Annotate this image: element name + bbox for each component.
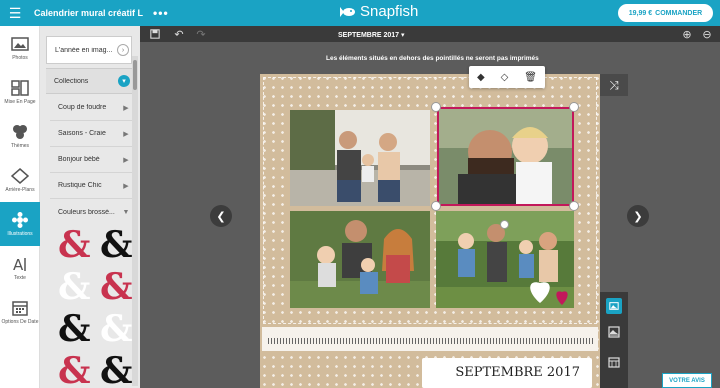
tool-label: Illustrations <box>7 231 33 237</box>
month-title: SEPTEMBRE 2017 <box>455 365 580 380</box>
tool-label: Texte <box>14 275 26 281</box>
redo-icon[interactable]: ↷ <box>194 27 208 41</box>
month-selector[interactable]: SEPTEMBRE 2017 ▾ <box>338 31 405 39</box>
ampersand-illustration[interactable]: & <box>100 227 133 263</box>
ampersand-illustration[interactable]: & <box>58 227 91 263</box>
next-page-button[interactable]: ❯ <box>627 205 649 227</box>
tool-themes[interactable]: Thèmes <box>0 114 40 158</box>
grid-layout-icon[interactable] <box>606 324 622 340</box>
order-button[interactable]: 19,99 € COMMANDER <box>618 4 713 22</box>
tool-backgrounds[interactable]: Arrière-Plans <box>0 158 40 202</box>
caret-right-icon: ▶ <box>123 182 129 190</box>
print-area-hint: Les éléments situés en dehors des pointi… <box>326 55 539 62</box>
layer-tools: ◆ ◇ 🗑 <box>469 66 545 88</box>
photo-layout-icon[interactable] <box>606 298 622 314</box>
collection-item[interactable]: Bonjour bébé ▶ <box>50 147 132 173</box>
tool-layout[interactable]: Mise En Page <box>0 70 40 114</box>
panel-top-item-label: L'année en imag... <box>55 46 113 54</box>
chevron-down-icon: ▾ <box>118 75 130 87</box>
collection-item-label: Couleurs brossé... <box>58 208 115 216</box>
collections-toggle[interactable]: Collections ▾ <box>46 68 132 94</box>
ampersand-illustration[interactable]: & <box>58 353 91 388</box>
fish-logo-icon <box>340 6 355 17</box>
collection-item-label: Bonjour bébé <box>58 156 100 163</box>
collection-item[interactable]: Rustique Chic ▶ <box>50 173 132 199</box>
zoom-in-icon[interactable]: ⊕ <box>680 27 694 41</box>
logo-text: Snapfish <box>360 3 419 20</box>
background-icon <box>11 168 29 184</box>
more-options-button[interactable]: ••• <box>153 6 169 20</box>
calendar-layout-icon[interactable] <box>606 354 622 370</box>
zoom-out-icon[interactable]: ⊖ <box>700 27 714 41</box>
chevron-right-icon: › <box>117 44 129 56</box>
photo-icon <box>11 37 29 51</box>
collection-item[interactable]: Saisons - Craie ▶ <box>50 121 132 147</box>
selected-photo-frame[interactable] <box>437 107 574 206</box>
ampersand-illustration[interactable]: & <box>100 353 133 388</box>
illustration-grid: & & & & & & & & <box>42 225 133 388</box>
resize-handle[interactable] <box>569 102 579 112</box>
project-title[interactable]: Calendrier mural créatif L <box>34 8 143 18</box>
order-label: COMMANDER <box>655 9 703 17</box>
caret-right-icon: ▶ <box>123 130 129 138</box>
text-icon: A <box>13 256 26 273</box>
tool-label: Options De Date <box>1 319 39 325</box>
collection-item-label: Rustique Chic <box>58 182 102 189</box>
shuffle-icon[interactable]: ⤨ <box>600 74 628 96</box>
month-title-box[interactable]: SEPTEMBRE 2017 <box>422 358 592 388</box>
resize-handle[interactable] <box>431 102 441 112</box>
caret-right-icon: ▶ <box>123 156 129 164</box>
previous-page-button[interactable]: ❮ <box>210 205 232 227</box>
scrollbar-thumb[interactable] <box>133 60 137 90</box>
tool-sidebar: Photos Mise En Page Thèmes Arrière-Plans… <box>0 26 40 388</box>
send-backward-icon[interactable]: ◇ <box>501 72 509 83</box>
ampersand-illustration[interactable]: & <box>58 269 91 305</box>
rotate-handle[interactable] <box>500 220 509 229</box>
collections-label: Collections <box>54 77 89 85</box>
resize-handle[interactable] <box>569 201 579 211</box>
collection-item[interactable]: Coup de foudre ▶ <box>50 95 132 121</box>
caret-down-icon: ▼ <box>122 208 130 216</box>
snapfish-logo: Snapfish <box>340 3 418 20</box>
panel-top-item[interactable]: L'année en imag... › <box>46 36 132 64</box>
theme-icon <box>13 125 27 139</box>
tool-label: Arrière-Plans <box>5 187 35 193</box>
illustration-icon <box>12 212 28 228</box>
caret-right-icon: ▶ <box>123 104 129 112</box>
calendar-day-ticks <box>268 338 594 344</box>
tool-illustrations[interactable]: Illustrations <box>0 202 40 246</box>
photo-family-sitting[interactable] <box>290 211 430 308</box>
tool-label: Photos <box>12 55 28 61</box>
top-bar: ☰ Calendrier mural créatif L ••• Snapfis… <box>0 0 720 26</box>
resize-handle[interactable] <box>431 201 441 211</box>
menu-icon[interactable]: ☰ <box>0 0 30 26</box>
month-selector-label: SEPTEMBRE 2017 <box>338 32 400 39</box>
save-icon[interactable] <box>148 27 162 41</box>
svg-text:A: A <box>13 256 24 273</box>
tool-text[interactable]: A Texte <box>0 246 40 290</box>
undo-icon[interactable]: ↶ <box>172 27 186 41</box>
collection-item[interactable]: Couleurs brossé... ▼ <box>50 199 132 225</box>
calendar-icon <box>12 301 28 316</box>
trash-icon[interactable]: 🗑 <box>524 72 537 83</box>
ampersand-illustration[interactable]: & <box>100 311 133 347</box>
ampersand-illustration[interactable]: & <box>100 269 133 305</box>
price-label: 19,99 € <box>628 9 653 17</box>
feedback-button[interactable]: VOTRE AVIS <box>662 373 712 388</box>
layout-options-bar <box>600 292 628 388</box>
editor-toolbar: ↶ ↷ ⊕ ⊖ <box>140 26 720 42</box>
panel-scrollbar[interactable] <box>132 56 138 386</box>
tool-label: Thèmes <box>10 143 30 149</box>
tool-photos[interactable]: Photos <box>0 26 40 70</box>
tool-date-options[interactable]: Options De Date <box>0 290 40 334</box>
layout-icon <box>11 80 29 96</box>
collection-item-label: Saisons - Craie <box>58 130 106 137</box>
photo-family-porch[interactable] <box>290 110 430 206</box>
bring-forward-icon[interactable]: ◆ <box>477 72 485 83</box>
tool-label: Mise En Page <box>4 99 36 105</box>
ampersand-illustration[interactable]: & <box>58 311 91 347</box>
collection-item-label: Coup de foudre <box>58 104 107 111</box>
